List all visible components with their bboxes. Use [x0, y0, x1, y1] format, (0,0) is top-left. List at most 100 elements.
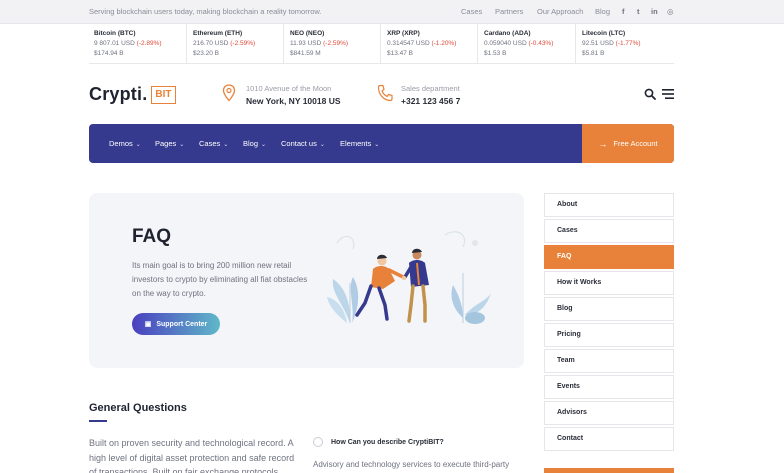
coin-cap: $174.94 B: [94, 50, 124, 57]
nav-item-elements[interactable]: Elements ⌄: [340, 139, 379, 148]
chevron-down-icon: ⌄: [319, 142, 325, 148]
page-title: FAQ: [132, 226, 172, 247]
logo-badge: BIT: [151, 85, 176, 104]
section-description: Built on proven security and technologic…: [89, 438, 295, 473]
sidebar-item-events[interactable]: Events: [544, 375, 674, 399]
coin-change: (-2.59%): [230, 40, 256, 47]
coin-cap: $5.81 B: [582, 50, 605, 57]
coin-price-row: 11.93 USD (-2.59%): [290, 40, 381, 47]
coin-price: 216.70 USD: [193, 40, 229, 47]
faq-question: How Can you describe CryptiBIT?: [331, 438, 444, 446]
sidebar-item-how-it-works[interactable]: How it Works: [544, 271, 674, 295]
location-pin-icon: [222, 84, 236, 102]
sidebar-item-advisors[interactable]: Advisors: [544, 401, 674, 425]
faq-hero-card: FAQ Its main goal is to bring 200 millio…: [89, 193, 524, 368]
nav-label: Elements: [340, 139, 372, 148]
linkedin-icon[interactable]: in: [651, 7, 658, 16]
ticker-item[interactable]: Bitcoin (BTC) 9 807.01 USD (-2.89%) $174…: [89, 24, 187, 64]
coin-cap: $13.47 B: [387, 50, 414, 57]
sidebar-item-blog[interactable]: Blog: [544, 297, 674, 321]
phone-icon: [377, 84, 393, 102]
nav-label: Blog: [243, 139, 259, 148]
ticker-item[interactable]: XRP (XRP) 0.314547 USD (-1.20%) $13.47 B: [380, 24, 478, 64]
top-link-blog[interactable]: Blog: [595, 7, 610, 16]
ticker-item[interactable]: Ethereum (ETH) 216.70 USD (-2.59%) $23.2…: [186, 24, 284, 64]
coin-name: XRP (XRP): [387, 30, 420, 37]
nav-label: Pages: [155, 139, 177, 148]
coin-name: Cardano (ADA): [484, 30, 531, 37]
chat-bubble-icon: ▣: [144, 321, 152, 328]
ticker-item[interactable]: Litecoin (LTC) 92.51 USD (-1.77%) $5.81 …: [575, 24, 673, 64]
nav-label: Cases: [199, 139, 221, 148]
chevron-down-icon: ⌄: [135, 142, 141, 148]
coin-price-row: 9 807.01 USD (-2.89%): [94, 40, 187, 47]
crypto-ticker: Bitcoin (BTC) 9 807.01 USD (-2.89%) $174…: [89, 24, 674, 64]
coin-change: (-2.89%): [136, 40, 162, 47]
sidebar-item-team[interactable]: Team: [544, 349, 674, 373]
address-block: 1010 Avenue of the Moon New York, NY 100…: [246, 84, 341, 106]
top-link-our-approach[interactable]: Our Approach: [537, 7, 583, 16]
chevron-down-icon: ⌄: [223, 142, 229, 148]
coin-price-row: 0.059040 USD (-0.43%): [484, 40, 575, 47]
nav-item-blog[interactable]: Blog ⌄: [243, 139, 266, 148]
nav-item-cases[interactable]: Cases ⌄: [199, 139, 228, 148]
main-navigation: Demos ⌄ Pages ⌄ Cases ⌄ Blog ⌄ Contact us ⌄ E…: [89, 124, 674, 163]
sales-block: Sales department +321 123 456 7: [401, 84, 460, 106]
top-link-partners[interactable]: Partners: [495, 7, 523, 16]
nav-item-demos[interactable]: Demos ⌄: [109, 139, 141, 148]
coin-price: 92.51 USD: [582, 40, 614, 47]
coin-price: 11.93 USD: [290, 40, 322, 47]
coin-name: NEO (NEO): [290, 30, 325, 37]
nav-label: Contact us: [281, 139, 317, 148]
nav-item-pages[interactable]: Pages ⌄: [155, 139, 184, 148]
free-account-label: Free Account: [613, 139, 658, 148]
logo-wordmark: Crypti.: [89, 84, 148, 104]
sidebar-widget-edge: [544, 468, 674, 473]
instagram-icon[interactable]: ◎: [667, 7, 674, 16]
faq-answer: Advisory and technology services to exec…: [313, 460, 510, 469]
sidebar-item-cases[interactable]: Cases: [544, 219, 674, 243]
coin-cap: $1.53 B: [484, 50, 507, 57]
hamburger-menu-icon[interactable]: [662, 89, 674, 99]
ticker-item[interactable]: Cardano (ADA) 0.059040 USD (-0.43%) $1.5…: [477, 24, 575, 64]
section-title: General Questions: [89, 402, 187, 414]
top-bar: Serving blockchain users today, making b…: [0, 0, 784, 24]
hero-description: Its main goal is to bring 200 million ne…: [132, 261, 308, 298]
chevron-down-icon: ⌄: [261, 142, 267, 148]
support-center-button[interactable]: ▣ Support Center: [132, 313, 220, 335]
support-center-label: Support Center: [156, 320, 208, 328]
coin-price: 9 807.01 USD: [94, 40, 135, 47]
handshake-illustration: [327, 231, 491, 324]
expand-circle-icon: [313, 437, 323, 447]
faq-sidebar: About Cases FAQ How it Works Blog Pricin…: [544, 193, 674, 453]
sidebar-item-faq[interactable]: FAQ: [544, 245, 674, 269]
nav-label: Demos: [109, 139, 133, 148]
sales-phone[interactable]: +321 123 456 7: [401, 96, 460, 106]
coin-price: 0.059040 USD: [484, 40, 527, 47]
sidebar-item-pricing[interactable]: Pricing: [544, 323, 674, 347]
section-title-underline: [89, 420, 107, 422]
chevron-down-icon: ⌄: [374, 142, 380, 148]
coin-price-row: 0.314547 USD (-1.20%): [387, 40, 478, 47]
top-link-cases[interactable]: Cases: [461, 7, 482, 16]
sales-label: Sales department: [401, 84, 460, 93]
free-account-button[interactable]: → Free Account: [582, 124, 674, 163]
twitter-icon[interactable]: t: [637, 7, 640, 16]
arrow-right-icon: →: [598, 138, 608, 149]
coin-cap: $23.20 B: [193, 50, 220, 57]
coin-price-row: 216.70 USD (-2.59%): [193, 40, 284, 47]
facebook-icon[interactable]: f: [622, 7, 625, 16]
coin-name: Ethereum (ETH): [193, 30, 243, 37]
sidebar-item-about[interactable]: About: [544, 193, 674, 217]
nav-item-contact-us[interactable]: Contact us ⌄: [281, 139, 325, 148]
ticker-item[interactable]: NEO (NEO) 11.93 USD (-2.59%) $841.59 M: [283, 24, 381, 64]
coin-price-row: 92.51 USD (-1.77%): [582, 40, 673, 47]
sidebar-item-contact[interactable]: Contact: [544, 427, 674, 451]
coin-cap: $841.59 M: [290, 50, 321, 57]
address-value: New York, NY 10018 US: [246, 96, 341, 106]
coin-change: (-1.77%): [615, 40, 641, 47]
search-icon[interactable]: [644, 88, 656, 100]
faq-question-toggle[interactable]: How Can you describe CryptiBIT?: [313, 437, 444, 447]
site-logo[interactable]: Crypti. BIT: [89, 84, 176, 105]
coin-change: (-1.20%): [431, 40, 457, 47]
